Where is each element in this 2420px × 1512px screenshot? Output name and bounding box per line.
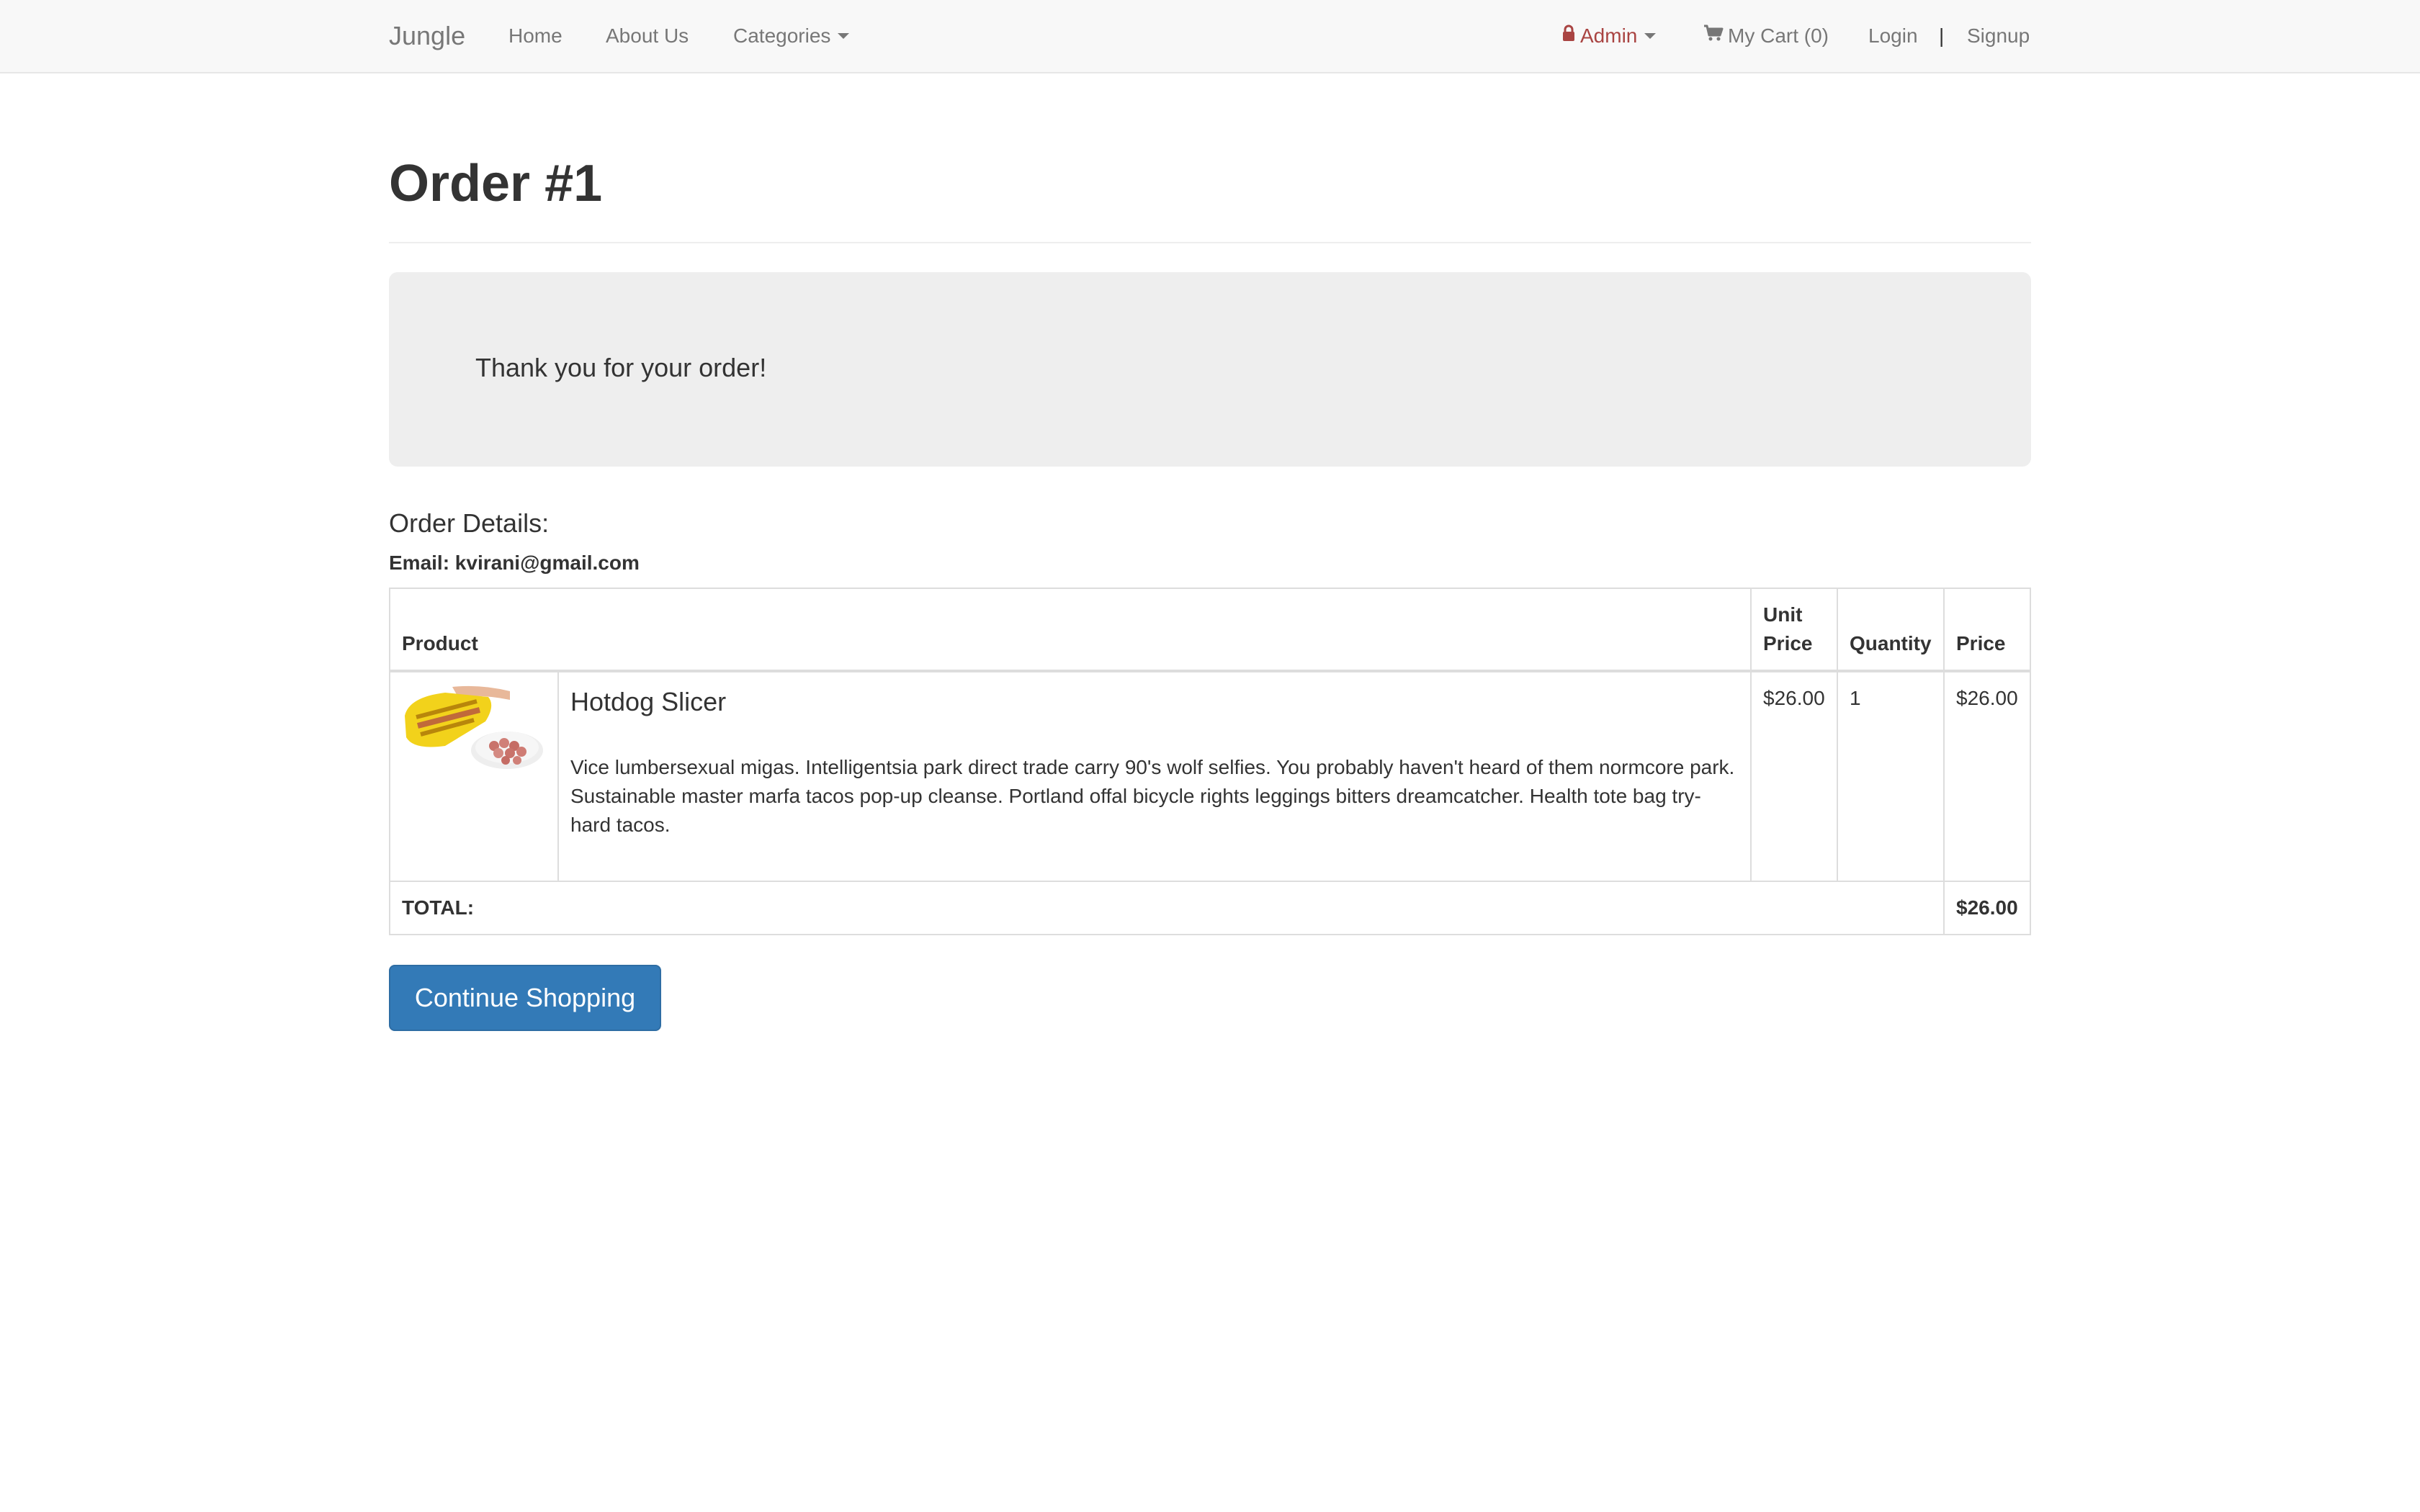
- product-image-cell: [389, 670, 559, 882]
- header-quantity: Quantity: [1837, 588, 1945, 672]
- shopping-cart-icon: [1703, 19, 1724, 51]
- admin-dropdown[interactable]: Admin: [1561, 19, 1657, 52]
- navbar-inner: Jungle Home About Us Categories Admin My…: [389, 0, 2031, 72]
- header-price: Price: [1943, 588, 2031, 672]
- product-description: Vice lumbersexual migas. Intelligentsia …: [570, 756, 1735, 836]
- thank-you-message: Thank you for your order!: [475, 353, 767, 382]
- login-link[interactable]: Login: [1868, 20, 1918, 52]
- total-label: TOTAL:: [389, 881, 1945, 935]
- page-header: Order #1: [389, 153, 2031, 243]
- page-title: Order #1: [389, 155, 603, 212]
- signup-link[interactable]: Signup: [1967, 20, 2030, 52]
- header-unit-price-line1: Unit: [1763, 603, 1803, 626]
- chevron-down-icon: [838, 32, 850, 39]
- header-product: Product: [389, 588, 1752, 672]
- navbar: Jungle Home About Us Categories Admin My…: [0, 0, 2420, 73]
- order-details-heading: Order Details:: [389, 508, 550, 538]
- nav-about-link[interactable]: About Us: [606, 20, 689, 52]
- total-value: $26.00: [1943, 881, 2031, 935]
- nav-separator: |: [1939, 24, 1945, 47]
- my-cart-link[interactable]: My Cart (0): [1703, 20, 1829, 52]
- product-unit-price: $26.00: [1750, 670, 1838, 882]
- nav-categories-dropdown[interactable]: Categories: [733, 20, 850, 52]
- admin-label: Admin: [1580, 24, 1638, 47]
- table-header-row: Product Unit Price Quantity Price: [389, 588, 2031, 672]
- order-email: Email: kvirani@gmail.com: [389, 552, 640, 574]
- nav-categories-label: Categories: [733, 24, 831, 47]
- product-name: Hotdog Slicer: [570, 687, 727, 716]
- header-unit-price: Unit Price: [1750, 588, 1838, 672]
- chevron-down-icon: [1644, 32, 1657, 39]
- product-quantity: 1: [1837, 670, 1945, 882]
- product-thumbnail-image: [402, 684, 543, 769]
- order-table: Product Unit Price Quantity Price Hotdog…: [389, 588, 2031, 935]
- continue-shopping-button[interactable]: Continue Shopping: [389, 965, 661, 1031]
- lock-icon: [1561, 19, 1576, 51]
- nav-home-link[interactable]: Home: [508, 20, 563, 52]
- brand-link[interactable]: Jungle: [389, 19, 465, 53]
- header-unit-price-line2: Price: [1763, 632, 1813, 654]
- product-info-cell: Hotdog Slicer Vice lumbersexual migas. I…: [557, 670, 1752, 882]
- table-row: Hotdog Slicer Vice lumbersexual migas. I…: [389, 670, 2031, 882]
- my-cart-label: My Cart (0): [1728, 24, 1829, 47]
- thank-you-banner: Thank you for your order!: [389, 272, 2031, 467]
- product-price: $26.00: [1943, 670, 2031, 882]
- total-row: TOTAL: $26.00: [389, 881, 2031, 935]
